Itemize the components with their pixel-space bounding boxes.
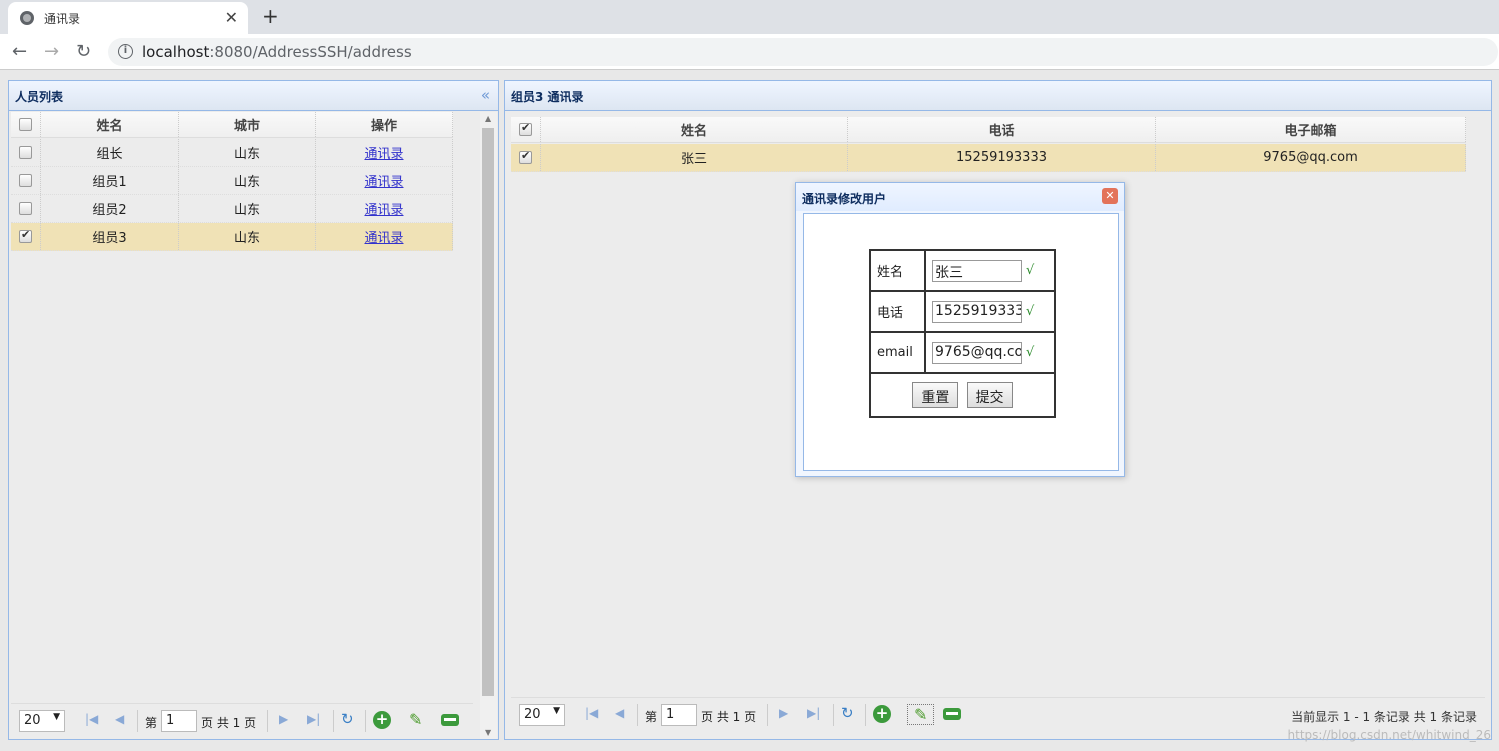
column-header[interactable]: 电话 bbox=[848, 117, 1156, 142]
forward-icon[interactable]: → bbox=[44, 41, 59, 62]
name-cell: 组员2 bbox=[41, 195, 179, 222]
name-cell: 组员1 bbox=[41, 167, 179, 194]
last-page-icon[interactable]: ▶| bbox=[307, 712, 320, 726]
edit-form: 姓名 张三 √ 电话 15259193333 √ email 9765@qq.com… bbox=[869, 249, 1056, 418]
column-header[interactable]: 姓名 bbox=[541, 117, 848, 142]
prev-page-icon[interactable]: ◀ bbox=[115, 712, 124, 726]
address-book-link[interactable]: 通讯录 bbox=[364, 199, 403, 218]
city-cell: 山东 bbox=[179, 139, 316, 166]
first-page-icon[interactable]: |◀ bbox=[85, 712, 98, 726]
field-label: email bbox=[869, 331, 926, 374]
dialog-body: 姓名 张三 √ 电话 15259193333 √ email 9765@qq.com… bbox=[803, 213, 1119, 471]
grid-header: 姓名 电话 电子邮箱 bbox=[511, 117, 1466, 143]
address-book-link[interactable]: 通讯录 bbox=[364, 143, 403, 162]
column-header[interactable]: 城市 bbox=[179, 112, 316, 137]
tab-title: 通讯录 bbox=[44, 12, 81, 26]
edit-icon[interactable]: ✎ bbox=[409, 710, 422, 729]
row-checkbox[interactable] bbox=[19, 202, 32, 215]
edit-contact-dialog: 通讯录修改用户 ✕ 姓名 张三 √ 电话 15259193333 √ email 9… bbox=[795, 182, 1125, 477]
edit-icon[interactable]: ✎ bbox=[907, 704, 935, 725]
address-book-link[interactable]: 通讯录 bbox=[364, 171, 403, 190]
refresh-icon[interactable]: ↻ bbox=[341, 710, 354, 728]
phone-cell: 15259193333 bbox=[848, 144, 1156, 171]
browser-tab-bar: 通讯录 ✕ + bbox=[0, 0, 1499, 34]
table-row[interactable]: 组长 山东 通讯录 bbox=[11, 139, 453, 167]
close-icon[interactable]: ✕ bbox=[1102, 188, 1118, 204]
row-checkbox[interactable] bbox=[19, 228, 32, 243]
add-icon[interactable]: + bbox=[373, 711, 391, 729]
first-page-icon[interactable]: |◀ bbox=[585, 706, 598, 720]
column-header[interactable]: 电子邮箱 bbox=[1156, 117, 1466, 142]
table-row[interactable]: 组员1 山东 通讯录 bbox=[11, 167, 453, 195]
page-number-input[interactable]: 1 bbox=[161, 710, 197, 732]
page-total: 页 共 1 页 bbox=[701, 710, 757, 724]
valid-check: √ bbox=[1026, 263, 1035, 278]
row-checkbox[interactable] bbox=[19, 146, 32, 159]
refresh-icon[interactable]: ↻ bbox=[841, 704, 854, 722]
valid-check: √ bbox=[1026, 345, 1035, 360]
table-row-selected[interactable]: 张三 15259193333 9765@qq.com bbox=[511, 144, 1466, 172]
select-all-checkbox[interactable] bbox=[519, 121, 532, 136]
close-tab-icon[interactable]: ✕ bbox=[225, 8, 238, 27]
vertical-scrollbar[interactable]: ▲ ▼ bbox=[480, 112, 497, 739]
phone-input[interactable]: 15259193333 bbox=[932, 300, 1022, 323]
row-checkbox[interactable] bbox=[19, 174, 32, 187]
city-cell: 山东 bbox=[179, 167, 316, 194]
new-tab-icon[interactable]: + bbox=[262, 4, 279, 28]
remove-icon[interactable] bbox=[441, 714, 459, 726]
panel-title: 人员列表 bbox=[9, 81, 498, 111]
page-prefix: 第 bbox=[645, 710, 658, 724]
next-page-icon[interactable]: ▶ bbox=[279, 712, 288, 726]
page-size-select[interactable]: 20 ▼ bbox=[519, 704, 565, 726]
email-input[interactable]: 9765@qq.com bbox=[932, 341, 1022, 364]
address-bar[interactable]: i localhost:8080/AddressSSH/address bbox=[108, 38, 1498, 66]
table-row-selected[interactable]: 组员3 山东 通讯录 bbox=[11, 223, 453, 251]
panel-title: 组员3 通讯录 bbox=[505, 81, 1491, 111]
pagination-bar: 20 ▼ |◀ ◀ 第 1 页 共 1 页 ▶ ▶| ↻ + ✎ bbox=[11, 703, 473, 737]
field-label: 姓名 bbox=[869, 249, 926, 292]
page-size-select[interactable]: 20 ▼ bbox=[19, 710, 65, 732]
globe-icon bbox=[20, 11, 34, 25]
info-icon[interactable]: i bbox=[118, 44, 133, 59]
prev-page-icon[interactable]: ◀ bbox=[615, 706, 624, 720]
record-status: 当前显示 1 - 1 条记录 共 1 条记录 bbox=[1291, 710, 1477, 724]
people-grid: 姓名 城市 操作 组长 山东 通讯录 组员1 山东 通讯录 组员2 山东 通讯录… bbox=[11, 112, 473, 702]
name-cell: 组长 bbox=[41, 139, 179, 166]
last-page-icon[interactable]: ▶| bbox=[807, 706, 820, 720]
row-checkbox[interactable] bbox=[519, 149, 532, 164]
submit-button[interactable]: 提交 bbox=[966, 382, 1013, 408]
email-cell: 9765@qq.com bbox=[1156, 144, 1466, 171]
browser-tab[interactable]: 通讯录 ✕ bbox=[8, 2, 248, 34]
next-page-icon[interactable]: ▶ bbox=[779, 706, 788, 720]
back-icon[interactable]: ← bbox=[12, 41, 27, 62]
column-header[interactable]: 操作 bbox=[316, 112, 453, 137]
address-book-link[interactable]: 通讯录 bbox=[364, 227, 403, 246]
table-row[interactable]: 组员2 山东 通讯录 bbox=[11, 195, 453, 223]
dialog-title: 通讯录修改用户 bbox=[796, 183, 1124, 211]
grid-header: 姓名 城市 操作 bbox=[11, 112, 453, 138]
page-prefix: 第 bbox=[145, 716, 158, 730]
add-icon[interactable]: + bbox=[873, 705, 891, 723]
pagination-bar: 20 ▼ |◀ ◀ 第 1 页 共 1 页 ▶ ▶| ↻ + ✎ 当前显示 1 -… bbox=[511, 697, 1485, 731]
name-cell: 张三 bbox=[541, 144, 848, 171]
reload-icon[interactable]: ↻ bbox=[76, 41, 91, 62]
url-text: localhost:8080/AddressSSH/address bbox=[142, 43, 412, 61]
name-cell: 组员3 bbox=[41, 223, 179, 250]
browser-toolbar: ← → ↻ i localhost:8080/AddressSSH/addres… bbox=[0, 34, 1499, 70]
reset-button[interactable]: 重置 bbox=[912, 382, 959, 408]
collapse-icon[interactable]: « bbox=[481, 86, 490, 104]
city-cell: 山东 bbox=[179, 195, 316, 222]
page-number-input[interactable]: 1 bbox=[661, 704, 697, 726]
valid-check: √ bbox=[1026, 304, 1035, 319]
city-cell: 山东 bbox=[179, 223, 316, 250]
field-label: 电话 bbox=[869, 290, 926, 333]
column-header[interactable]: 姓名 bbox=[41, 112, 179, 137]
select-all-checkbox[interactable] bbox=[19, 118, 32, 131]
watermark-text: https://blog.csdn.net/whitwind_26 bbox=[1287, 728, 1491, 742]
people-list-panel: 人员列表 « 姓名 城市 操作 组长 山东 通讯录 组员1 山东 通讯录 组员2… bbox=[8, 80, 499, 740]
name-input[interactable]: 张三 bbox=[932, 259, 1022, 282]
page-total: 页 共 1 页 bbox=[201, 716, 257, 730]
remove-icon[interactable] bbox=[943, 708, 961, 720]
